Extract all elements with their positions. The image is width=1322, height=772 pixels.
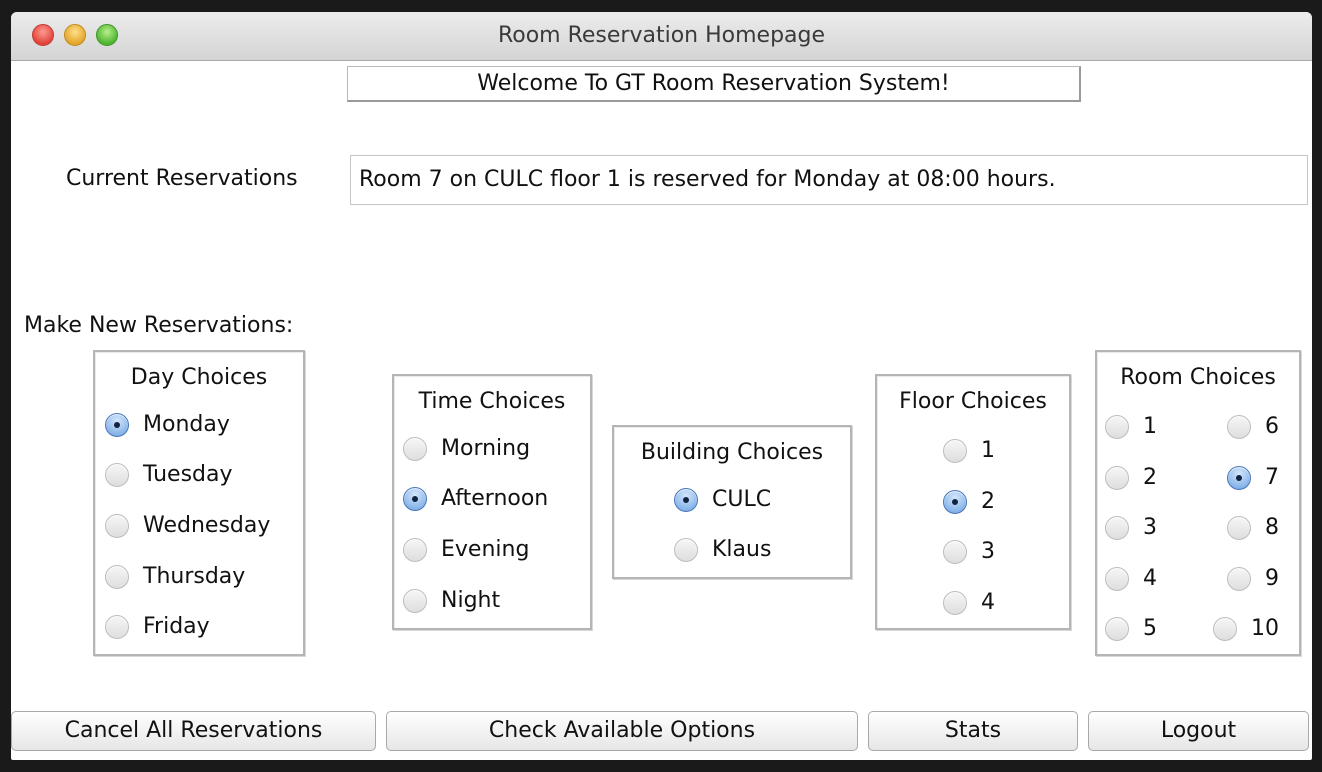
radio-icon xyxy=(1227,566,1251,591)
time-option-morning[interactable]: Morning xyxy=(403,436,530,461)
day-option-monday[interactable]: Monday xyxy=(105,412,230,437)
radio-icon xyxy=(1227,515,1251,540)
radio-selected-icon xyxy=(105,412,129,437)
radio-icon xyxy=(105,614,129,639)
check-available-options-button[interactable]: Check Available Options xyxy=(386,711,858,751)
radio-icon xyxy=(403,537,427,562)
floor-choices-group: Floor Choices 1 2 3 4 xyxy=(875,374,1071,630)
room-option-7[interactable]: 7 xyxy=(1227,465,1279,490)
radio-icon xyxy=(1105,566,1129,591)
time-option-evening[interactable]: Evening xyxy=(403,537,529,562)
floor-option-1[interactable]: 1 xyxy=(943,438,995,463)
room-option-1[interactable]: 1 xyxy=(1105,414,1157,439)
room-option-5[interactable]: 5 xyxy=(1105,616,1157,641)
room-choices-title: Room Choices xyxy=(1120,365,1276,390)
room-option-2[interactable]: 2 xyxy=(1105,465,1157,490)
radio-icon xyxy=(1227,414,1251,439)
building-choices-title: Building Choices xyxy=(640,440,824,465)
day-option-friday[interactable]: Friday xyxy=(105,614,210,639)
day-option-tuesday[interactable]: Tuesday xyxy=(105,462,233,487)
time-choices-title: Time Choices xyxy=(418,389,566,414)
room-option-4[interactable]: 4 xyxy=(1105,566,1157,591)
room-option-10[interactable]: 10 xyxy=(1213,616,1279,641)
time-option-afternoon[interactable]: Afternoon xyxy=(403,486,548,511)
radio-icon xyxy=(403,436,427,461)
radio-icon xyxy=(1213,616,1237,641)
current-reservations-field[interactable]: Room 7 on CULC floor 1 is reserved for M… xyxy=(350,155,1308,205)
window-title: Room Reservation Homepage xyxy=(497,23,826,48)
radio-icon xyxy=(105,462,129,487)
radio-icon xyxy=(1105,414,1129,439)
floor-choices-title: Floor Choices xyxy=(899,389,1047,414)
radio-icon xyxy=(105,513,129,538)
welcome-banner: Welcome To GT Room Reservation System! xyxy=(347,66,1081,102)
floor-option-4[interactable]: 4 xyxy=(943,590,995,615)
room-option-3[interactable]: 3 xyxy=(1105,515,1157,540)
radio-icon xyxy=(943,590,967,615)
room-option-8[interactable]: 8 xyxy=(1227,515,1279,540)
building-option-culc[interactable]: CULC xyxy=(674,487,771,512)
day-option-wednesday[interactable]: Wednesday xyxy=(105,513,270,538)
make-new-reservations-label: Make New Reservations: xyxy=(24,313,294,338)
current-reservations-label: Current Reservations xyxy=(66,166,298,191)
radio-icon xyxy=(105,564,129,589)
building-option-klaus[interactable]: Klaus xyxy=(674,537,771,562)
radio-selected-icon xyxy=(1227,465,1251,490)
time-option-night[interactable]: Night xyxy=(403,588,500,613)
logout-button[interactable]: Logout xyxy=(1088,711,1309,751)
day-choices-group: Day Choices Monday Tuesday Wednesday Thu… xyxy=(93,350,305,656)
day-choices-title: Day Choices xyxy=(130,365,268,390)
radio-icon xyxy=(674,537,698,562)
app-window: Room Reservation Homepage Welcome To GT … xyxy=(11,12,1312,760)
radio-selected-icon xyxy=(674,487,698,512)
radio-icon xyxy=(943,438,967,463)
radio-selected-icon xyxy=(943,489,967,514)
title-bar[interactable]: Room Reservation Homepage xyxy=(11,12,1312,61)
building-choices-group: Building Choices CULC Klaus xyxy=(612,425,852,579)
radio-icon xyxy=(1105,616,1129,641)
stats-button[interactable]: Stats xyxy=(868,711,1078,751)
cancel-all-reservations-button[interactable]: Cancel All Reservations xyxy=(11,711,376,751)
room-option-6[interactable]: 6 xyxy=(1227,414,1279,439)
radio-selected-icon xyxy=(403,486,427,511)
floor-option-3[interactable]: 3 xyxy=(943,539,995,564)
day-option-thursday[interactable]: Thursday xyxy=(105,564,245,589)
radio-icon xyxy=(1105,465,1129,490)
time-choices-group: Time Choices Morning Afternoon Evening N… xyxy=(392,374,592,630)
floor-option-2[interactable]: 2 xyxy=(943,489,995,514)
radio-icon xyxy=(1105,515,1129,540)
room-choices-group: Room Choices 1 2 3 4 5 6 7 8 9 10 xyxy=(1095,350,1301,656)
radio-icon xyxy=(403,588,427,613)
room-option-9[interactable]: 9 xyxy=(1227,566,1279,591)
radio-icon xyxy=(943,539,967,564)
